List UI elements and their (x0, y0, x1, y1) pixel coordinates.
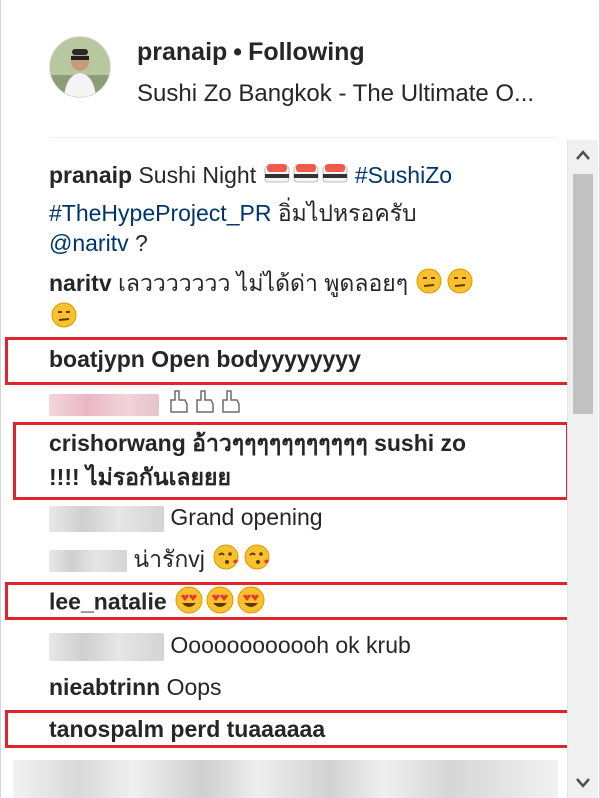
comment: nieabtrinn Oops (49, 672, 222, 702)
sushi-emoji (264, 160, 348, 193)
post-header: pranaip • Following Sushi Zo Bangkok - The… (1, 0, 600, 138)
kissing-face-emoji (213, 544, 271, 577)
comment-username[interactable]: naritv (49, 270, 112, 296)
highlight-box (5, 337, 570, 385)
caption-text: อิ่มไปหรอครับ (277, 200, 417, 226)
unamused-face-emoji (51, 302, 77, 335)
comment: Grand opening (49, 502, 323, 532)
unamused-face-emoji (416, 268, 474, 301)
comment-text: เลววววววว ไม่ได้ด่า พูดลอยๆ (118, 270, 409, 296)
caption-username[interactable]: pranaip (49, 162, 132, 188)
highlight-box (5, 710, 570, 748)
pointing-up-emoji (167, 388, 245, 421)
hashtag-link[interactable]: #SushiZo (355, 162, 452, 188)
post-author[interactable]: pranaip • Following (137, 38, 365, 67)
header-divider (49, 137, 556, 138)
blurred-username (49, 393, 159, 416)
blurred-username (49, 549, 127, 572)
post-location[interactable]: Sushi Zo Bangkok - The Ultimate O... (137, 80, 534, 108)
comment-username[interactable]: nieabtrinn (49, 674, 160, 700)
comment: naritv เลววววววว ไม่ได้ด่า พูดลอยๆ (49, 268, 474, 301)
comment: น่ารักvj (49, 544, 271, 577)
caption-line-3: @naritv ? (49, 228, 148, 258)
follow-status-button[interactable]: Following (248, 38, 365, 66)
caption-text: Sushi Night (138, 162, 257, 188)
vertical-scrollbar[interactable] (567, 140, 598, 798)
blurred-username (49, 632, 164, 661)
blurred-comment (13, 760, 558, 798)
comment-continuation (49, 302, 77, 335)
comment-text: Grand opening (170, 504, 323, 530)
author-username[interactable]: pranaip (137, 38, 227, 66)
instagram-post-comments-window: pranaip • Following Sushi Zo Bangkok - The… (0, 0, 600, 798)
comment-text: Oops (166, 674, 222, 700)
caption-line-2: #TheHypeProject_PR อิ่มไปหรอครับ (49, 198, 417, 228)
highlight-box (13, 422, 569, 500)
comment: Oooooooooooh ok krub (49, 630, 411, 661)
comment-text: น่ารักvj (133, 546, 205, 572)
avatar[interactable] (49, 36, 111, 98)
scroll-down-arrow-icon[interactable] (568, 768, 598, 798)
separator: • (233, 38, 243, 66)
comment (49, 388, 245, 421)
blurred-username (49, 505, 164, 532)
highlight-box (5, 582, 570, 620)
mention-link[interactable]: @naritv (49, 230, 129, 256)
hashtag-link[interactable]: #TheHypeProject_PR (49, 200, 271, 226)
scroll-up-arrow-icon[interactable] (568, 140, 598, 170)
caption-line-1: pranaip Sushi Night #SushiZo (49, 160, 452, 193)
comment-text: Oooooooooooh ok krub (170, 632, 411, 658)
scroll-thumb[interactable] (573, 174, 593, 414)
caption-text: ? (134, 230, 148, 256)
